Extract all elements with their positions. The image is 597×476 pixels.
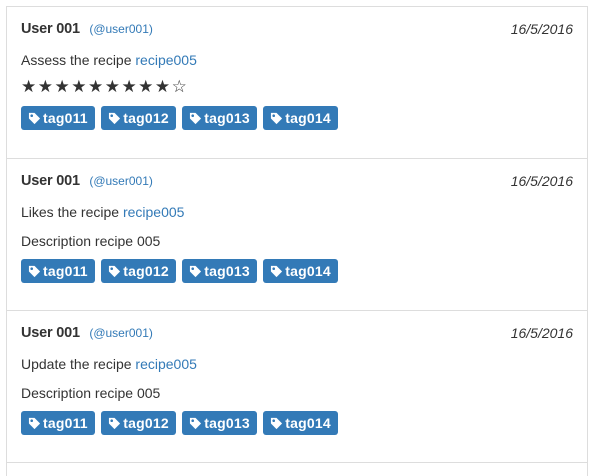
- tag-icon: [28, 417, 41, 429]
- tag-icon: [190, 417, 202, 429]
- tag-list: tag011 tag012 tag013 tag014: [21, 106, 573, 130]
- tag-button[interactable]: tag011: [21, 411, 95, 435]
- star-rating: ★★★★★★★★★☆: [21, 77, 189, 97]
- tag-button[interactable]: tag013: [182, 411, 257, 435]
- tag-icon: [109, 112, 121, 124]
- activity-text: Assess the recipe recipe005: [21, 51, 573, 69]
- feed-item-header: User 001 (@user001) 16/5/2016: [21, 20, 573, 42]
- tag-label: tag013: [204, 263, 250, 279]
- activity-date: 16/5/2016: [510, 21, 573, 37]
- tag-button[interactable]: tag014: [263, 259, 338, 283]
- tag-button[interactable]: tag014: [263, 106, 338, 130]
- user-name: User 001: [21, 173, 80, 189]
- tag-button[interactable]: tag014: [263, 411, 338, 435]
- activity-text: Update the recipe recipe005: [21, 355, 573, 373]
- tag-list: tag011 tag012 tag013 tag014: [21, 259, 573, 283]
- tag-label: tag012: [123, 415, 169, 431]
- user-name: User 001: [21, 325, 80, 341]
- tag-icon: [271, 112, 283, 124]
- tag-label: tag014: [285, 415, 331, 431]
- user-handle[interactable]: (@user001): [89, 174, 153, 188]
- activity-label: Likes the recipe: [21, 204, 123, 220]
- tag-label: tag014: [285, 263, 331, 279]
- feed-item: User 001 (@user001) 16/5/2016 Assess the…: [7, 7, 587, 159]
- activity-text: Likes the recipe recipe005: [21, 203, 573, 221]
- feed-item: User 001 (@user001) 16/5/2016 Likes the …: [7, 159, 587, 311]
- tag-list: tag011 tag012 tag013 tag014: [21, 411, 573, 435]
- tag-button[interactable]: tag011: [21, 106, 95, 130]
- activity-date: 16/5/2016: [510, 173, 573, 189]
- recipe-link[interactable]: recipe005: [135, 356, 197, 372]
- tag-icon: [271, 265, 283, 277]
- activity-feed: User 001 (@user001) 16/5/2016 Assess the…: [6, 6, 588, 476]
- recipe-link[interactable]: recipe005: [135, 52, 197, 68]
- feed-item-header: User 001 (@user001) 16/5/2016: [21, 172, 573, 194]
- tag-button[interactable]: tag012: [101, 411, 176, 435]
- user-handle[interactable]: (@user001): [89, 22, 153, 36]
- tag-label: tag013: [204, 110, 250, 126]
- activity-label: Update the recipe: [21, 356, 136, 372]
- tag-button[interactable]: tag011: [21, 259, 95, 283]
- activity-date: 16/5/2016: [510, 325, 573, 341]
- recipe-description: Description recipe 005: [21, 385, 161, 401]
- tag-label: tag014: [285, 110, 331, 126]
- user-handle[interactable]: (@user001): [89, 326, 153, 340]
- tag-label: tag011: [43, 110, 88, 126]
- user-name: User 001: [21, 21, 80, 37]
- tag-label: tag012: [123, 263, 169, 279]
- activity-label: Assess the recipe: [21, 52, 136, 68]
- tag-icon: [271, 417, 283, 429]
- tag-button[interactable]: tag012: [101, 106, 176, 130]
- tag-icon: [190, 265, 202, 277]
- tag-button[interactable]: tag012: [101, 259, 176, 283]
- tag-label: tag011: [43, 415, 88, 431]
- tag-button[interactable]: tag013: [182, 106, 257, 130]
- tag-icon: [28, 112, 41, 124]
- tag-button[interactable]: tag013: [182, 259, 257, 283]
- feed-item: User 001 (@user001) 16/5/2016 Update the…: [7, 311, 587, 463]
- recipe-description: Description recipe 005: [21, 233, 161, 249]
- feed-item-header: User 001 (@user001) 16/5/2016: [21, 324, 573, 346]
- tag-label: tag011: [43, 263, 88, 279]
- tag-icon: [109, 265, 121, 277]
- tag-icon: [190, 112, 202, 124]
- tag-label: tag013: [204, 415, 250, 431]
- tag-icon: [109, 417, 121, 429]
- tag-label: tag012: [123, 110, 169, 126]
- tag-icon: [28, 265, 41, 277]
- recipe-link[interactable]: recipe005: [123, 204, 185, 220]
